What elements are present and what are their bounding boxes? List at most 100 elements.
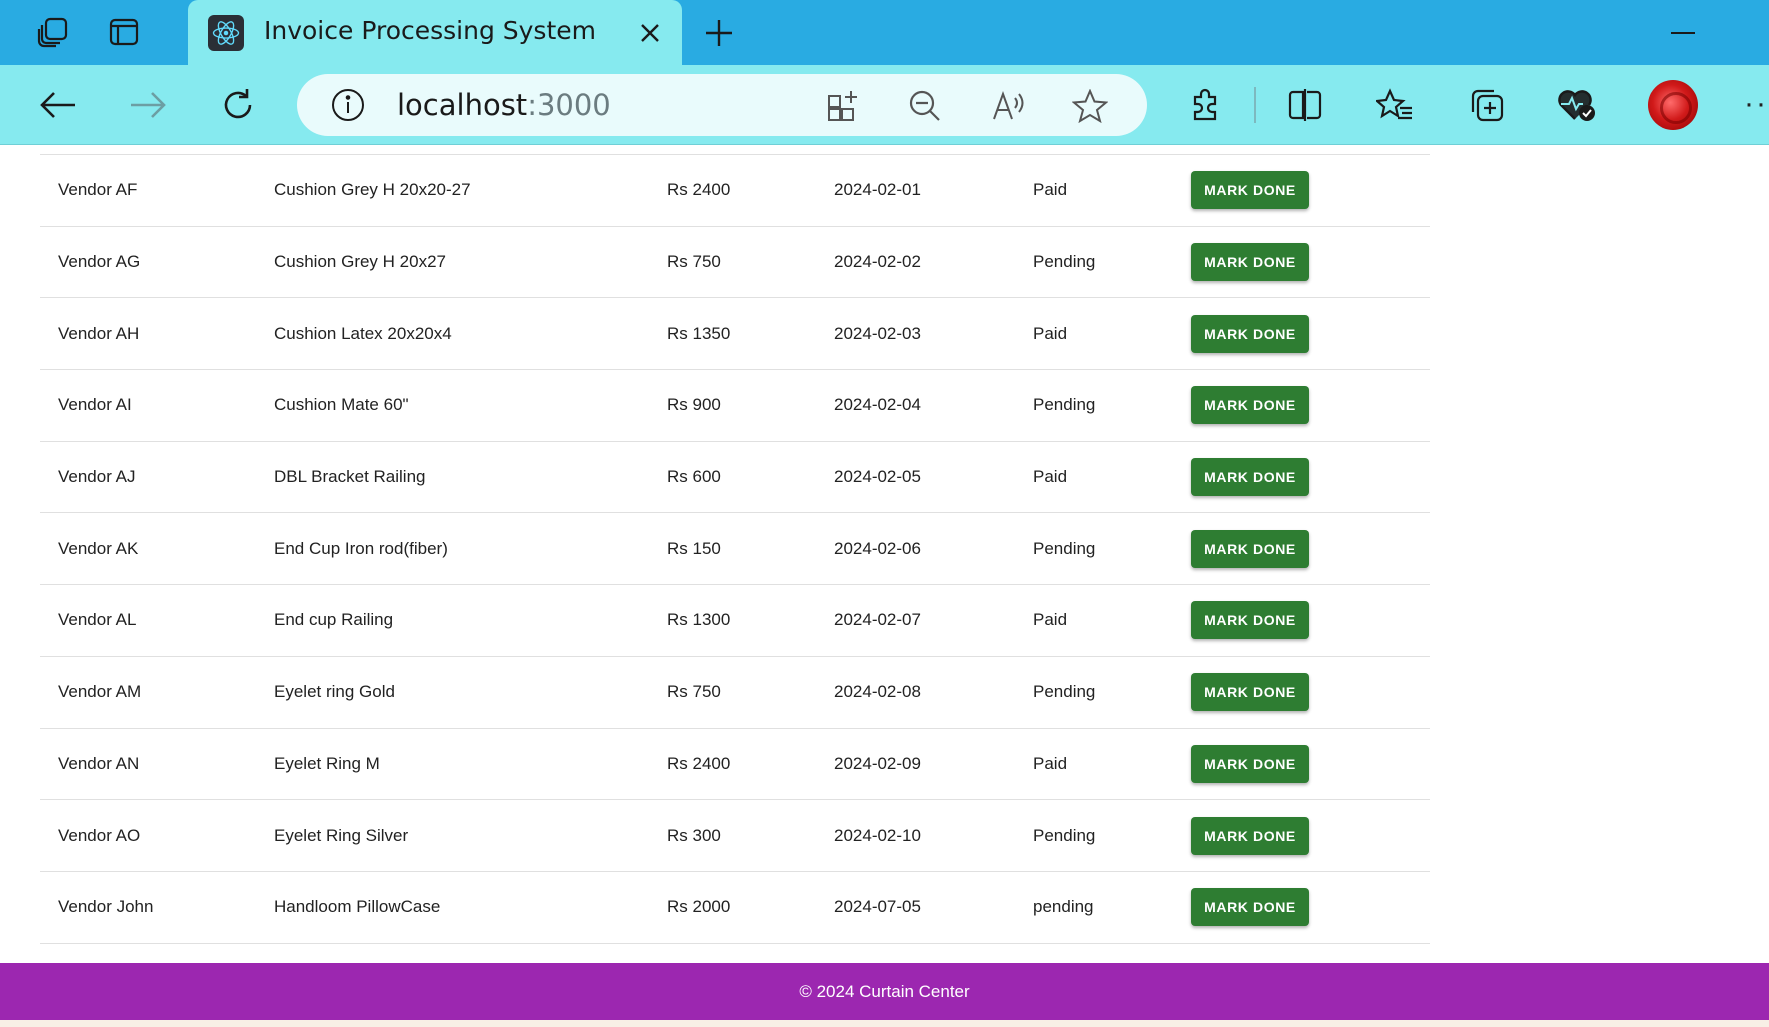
action-cell: MARK DONE bbox=[1173, 513, 1430, 585]
app-available-icon[interactable] bbox=[825, 88, 861, 124]
action-cell: MARK DONE bbox=[1173, 585, 1430, 657]
workspaces-icon[interactable] bbox=[35, 14, 71, 50]
status-cell: Paid bbox=[1033, 180, 1068, 200]
date-cell: 2024-02-04 bbox=[834, 395, 921, 415]
address-bar[interactable]: localhost:3000 bbox=[297, 74, 1147, 136]
page-content: Vendor AF Cushion Grey H 20x20-27 Rs 2400 2… bbox=[0, 145, 1769, 963]
status-cell: Paid bbox=[1033, 323, 1068, 343]
action-cell: MARK DONE bbox=[1173, 656, 1430, 728]
split-screen-icon[interactable] bbox=[1284, 84, 1326, 126]
mark-done-button[interactable]: MARK DONE bbox=[1191, 744, 1309, 783]
action-cell: MARK DONE bbox=[1173, 800, 1430, 872]
product-cell: Handloom PillowCase bbox=[274, 897, 441, 917]
amount-cell: Rs 150 bbox=[667, 538, 721, 558]
action-cell: MARK DONE bbox=[1173, 370, 1430, 442]
mark-done-button[interactable]: MARK DONE bbox=[1191, 888, 1309, 927]
tab-bar: Invoice Processing System bbox=[0, 0, 1769, 66]
table-row: Vendor AH Cushion Latex 20x20x4 Rs 1350 202… bbox=[40, 298, 1430, 370]
action-cell: MARK DONE bbox=[1173, 226, 1430, 298]
table-row: Vendor AF Cushion Grey H 20x20-27 Rs 2400 2… bbox=[40, 154, 1430, 227]
tab-actions-icon[interactable] bbox=[106, 14, 142, 50]
table-row: Vendor AJ DBL Bracket Railing Rs 600 2024-0… bbox=[40, 441, 1430, 513]
collections-icon[interactable] bbox=[1466, 84, 1508, 126]
page-footer: © 2024 Curtain Center bbox=[0, 963, 1769, 1020]
product-cell: Cushion Latex 20x20x4 bbox=[274, 323, 452, 343]
date-cell: 2024-07-05 bbox=[834, 897, 921, 917]
product-cell: DBL Bracket Railing bbox=[274, 467, 426, 487]
refresh-icon[interactable] bbox=[216, 83, 260, 127]
mark-done-button[interactable]: MARK DONE bbox=[1191, 458, 1309, 497]
vendor-cell: Vendor AM bbox=[58, 682, 142, 702]
table-row: Vendor AG Cushion Grey H 20x27 Rs 750 2024-… bbox=[40, 226, 1430, 298]
table-row: Vendor AK End Cup Iron rod(fiber) Rs 150 20… bbox=[40, 513, 1430, 585]
action-cell: MARK DONE bbox=[1173, 441, 1430, 513]
amount-cell: Rs 1350 bbox=[667, 323, 731, 343]
forward-icon[interactable] bbox=[126, 83, 170, 127]
product-cell: Eyelet ring Gold bbox=[274, 682, 395, 702]
avatar[interactable] bbox=[1648, 80, 1698, 130]
invoice-table: Vendor AF Cushion Grey H 20x20-27 Rs 2400 2… bbox=[40, 154, 1430, 944]
mark-done-button[interactable]: MARK DONE bbox=[1191, 529, 1309, 568]
product-cell: End cup Railing bbox=[274, 610, 394, 630]
tab-invoice-processing[interactable]: Invoice Processing System bbox=[188, 0, 682, 66]
mark-done-button[interactable]: MARK DONE bbox=[1191, 314, 1309, 353]
tab-title: Invoice Processing System bbox=[264, 16, 596, 45]
mark-done-button[interactable]: MARK DONE bbox=[1191, 171, 1309, 210]
star-icon[interactable] bbox=[1072, 88, 1108, 124]
mark-done-button[interactable]: MARK DONE bbox=[1191, 386, 1309, 425]
mark-done-button[interactable]: MARK DONE bbox=[1191, 243, 1309, 282]
status-cell: Pending bbox=[1033, 682, 1096, 702]
mark-done-button[interactable]: MARK DONE bbox=[1191, 673, 1309, 712]
vendor-cell: Vendor John bbox=[58, 897, 154, 917]
action-cell: MARK DONE bbox=[1173, 871, 1430, 943]
status-cell: Paid bbox=[1033, 610, 1068, 630]
back-icon[interactable] bbox=[36, 83, 80, 127]
amount-cell: Rs 2400 bbox=[667, 180, 731, 200]
amount-cell: Rs 300 bbox=[667, 825, 721, 845]
extensions-icon[interactable] bbox=[1184, 84, 1226, 126]
date-cell: 2024-02-06 bbox=[834, 538, 921, 558]
amount-cell: Rs 900 bbox=[667, 395, 721, 415]
info-icon[interactable] bbox=[331, 88, 365, 122]
product-cell: Cushion Grey H 20x27 bbox=[274, 252, 446, 272]
plus-icon[interactable] bbox=[700, 14, 738, 52]
product-cell: End Cup Iron rod(fiber) bbox=[274, 538, 448, 558]
product-cell: Cushion Mate 60" bbox=[274, 395, 409, 415]
minimize-icon[interactable] bbox=[1660, 14, 1706, 52]
bottom-strip bbox=[0, 1020, 1769, 1027]
url-text[interactable]: localhost:3000 bbox=[397, 88, 611, 122]
mark-done-button[interactable]: MARK DONE bbox=[1191, 816, 1309, 855]
status-cell: Paid bbox=[1033, 753, 1068, 773]
read-aloud-icon[interactable] bbox=[991, 88, 1027, 124]
date-cell: 2024-02-08 bbox=[834, 682, 921, 702]
react-icon bbox=[208, 15, 244, 51]
table-row: Vendor John Handloom PillowCase Rs 2000 202… bbox=[40, 871, 1430, 944]
more-icon[interactable]: ··· bbox=[1744, 87, 1769, 121]
product-cell: Eyelet Ring M bbox=[274, 753, 380, 773]
table-row: Vendor AI Cushion Mate 60" Rs 900 2024-02-0… bbox=[40, 370, 1430, 442]
date-cell: 2024-02-05 bbox=[834, 467, 921, 487]
date-cell: 2024-02-01 bbox=[834, 180, 921, 200]
status-cell: Pending bbox=[1033, 395, 1096, 415]
date-cell: 2024-02-09 bbox=[834, 753, 921, 773]
footer-text: © 2024 Curtain Center bbox=[799, 981, 970, 1001]
close-icon[interactable] bbox=[636, 19, 664, 47]
action-cell: MARK DONE bbox=[1173, 155, 1430, 227]
action-cell: MARK DONE bbox=[1173, 728, 1430, 800]
table-row: Vendor AM Eyelet ring Gold Rs 750 2024-02-0… bbox=[40, 656, 1430, 728]
vendor-cell: Vendor AF bbox=[58, 180, 138, 200]
url-port: :3000 bbox=[527, 88, 611, 122]
zoom-out-icon[interactable] bbox=[907, 88, 943, 124]
date-cell: 2024-02-02 bbox=[834, 252, 921, 272]
vendor-cell: Vendor AJ bbox=[58, 467, 136, 487]
product-cell: Eyelet Ring Silver bbox=[274, 825, 409, 845]
vendor-cell: Vendor AK bbox=[58, 538, 139, 558]
vendor-cell: Vendor AI bbox=[58, 395, 132, 415]
amount-cell: Rs 1300 bbox=[667, 610, 731, 630]
favorites-icon[interactable] bbox=[1374, 84, 1416, 126]
mark-done-button[interactable]: MARK DONE bbox=[1191, 601, 1309, 640]
status-cell: Paid bbox=[1033, 467, 1068, 487]
browser-essentials-icon[interactable] bbox=[1556, 84, 1598, 126]
status-cell: Pending bbox=[1033, 538, 1096, 558]
toolbar-divider bbox=[1254, 87, 1256, 123]
